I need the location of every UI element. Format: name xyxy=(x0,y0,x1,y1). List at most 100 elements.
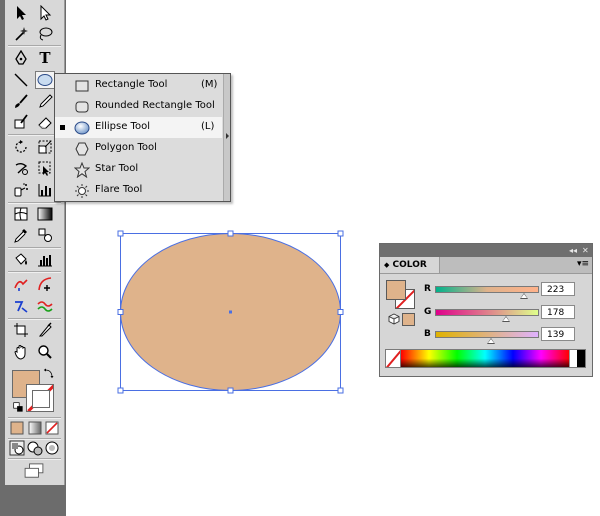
channel-g-label: G xyxy=(424,307,432,317)
magic-wand-tool[interactable] xyxy=(11,25,31,43)
panel-fill-swatch[interactable] xyxy=(386,280,406,300)
column-graph-tool[interactable] xyxy=(35,181,55,199)
line-segment-tool[interactable] xyxy=(11,71,31,89)
lasso-tool[interactable] xyxy=(35,25,55,43)
zoom-tool[interactable] xyxy=(35,343,55,361)
green-red-path-tool[interactable] xyxy=(35,297,55,315)
bbox-handle-bottom-center[interactable] xyxy=(227,387,234,394)
bbox-handle-top-center[interactable] xyxy=(227,230,234,237)
bbox-handle-middle-right[interactable] xyxy=(337,309,344,315)
magic-wand-icon xyxy=(15,27,28,41)
channel-r-value-input[interactable]: 223 xyxy=(541,282,575,296)
channel-g-slider[interactable] xyxy=(435,309,539,316)
color-spectrum[interactable] xyxy=(385,349,586,368)
toolbar-divider xyxy=(8,318,61,320)
bbox-handle-top-right[interactable] xyxy=(337,230,344,237)
channel-b-slider[interactable] xyxy=(435,331,539,338)
flyout-item-rectangle[interactable]: Rectangle Tool (M) xyxy=(55,75,222,96)
polygon-icon xyxy=(73,140,91,157)
channel-g-value-input[interactable]: 178 xyxy=(541,305,575,319)
toolbar-divider xyxy=(8,417,61,419)
selection-tool[interactable] xyxy=(11,4,31,22)
live-paint-bucket-tool[interactable] xyxy=(11,251,31,269)
shape-tools-flyout: Rectangle Tool (M) Rounded Rectangle Too… xyxy=(54,73,231,202)
channel-b-value-input[interactable]: 139 xyxy=(541,327,575,341)
symbol-sprayer-tool[interactable] xyxy=(11,181,31,199)
swap-fill-stroke-icon[interactable] xyxy=(41,366,57,380)
flyout-label: Rounded Rectangle Tool xyxy=(95,100,215,111)
bbox-handle-bottom-right[interactable] xyxy=(337,387,344,394)
scale-tool[interactable] xyxy=(35,138,55,156)
hand-tool[interactable] xyxy=(11,343,31,361)
flyout-item-ellipse[interactable]: Ellipse Tool (L) xyxy=(55,117,222,138)
channel-g-thumb[interactable] xyxy=(502,316,511,322)
toolbar-divider xyxy=(8,45,61,47)
tab-color[interactable]: ◆ COLOR xyxy=(380,257,440,273)
slice-tool[interactable] xyxy=(35,321,55,339)
bbox-handle-bottom-left[interactable] xyxy=(117,387,124,394)
panel-menu-icon[interactable]: ▾≡ xyxy=(577,259,589,269)
eraser-tool[interactable] xyxy=(35,113,55,131)
draw-behind-button[interactable] xyxy=(27,440,43,456)
direct-selection-tool[interactable] xyxy=(35,4,55,22)
toolbar-divider xyxy=(8,247,61,249)
free-transform-tool[interactable] xyxy=(35,159,55,177)
spectrum-ramp[interactable] xyxy=(401,350,569,367)
screen-mode-button[interactable] xyxy=(22,462,46,480)
mesh-tool[interactable] xyxy=(11,205,31,223)
add-anchor-tool[interactable] xyxy=(35,275,55,293)
selection-arrow-icon xyxy=(17,6,26,20)
gradient-mode-button[interactable] xyxy=(27,420,43,436)
spectrum-none-swatch[interactable] xyxy=(386,350,401,367)
bbox-handle-top-left[interactable] xyxy=(117,230,124,237)
rotate-tool[interactable] xyxy=(11,138,31,156)
paintbrush-tool[interactable] xyxy=(11,92,31,110)
pen-tool[interactable] xyxy=(11,49,31,67)
pen-nib-icon xyxy=(15,50,27,65)
toolbar-divider xyxy=(8,458,61,460)
collapse-panel-icon[interactable]: ◂◂ xyxy=(569,244,577,257)
flyout-item-flare[interactable]: Flare Tool xyxy=(55,180,222,201)
mesh-icon xyxy=(14,207,28,221)
spectrum-black-swatch[interactable] xyxy=(577,350,585,367)
type-t-icon: T xyxy=(39,49,51,67)
pencil-tool[interactable] xyxy=(35,92,55,110)
channel-r-slider[interactable] xyxy=(435,286,539,293)
draw-inside-button[interactable] xyxy=(44,440,60,456)
blob-brush-tool[interactable] xyxy=(11,113,31,131)
live-paint-selection-tool[interactable] xyxy=(35,251,55,269)
default-fill-stroke-icon[interactable] xyxy=(11,400,25,414)
warp-hand-icon xyxy=(15,163,28,175)
none-mode-button[interactable] xyxy=(44,420,60,436)
artboard-tool[interactable] xyxy=(11,321,31,339)
panel-titlebar[interactable]: ◂◂ ✕ xyxy=(380,244,592,257)
screen-mode-icon xyxy=(24,463,44,478)
stroke-swatch-none[interactable] xyxy=(26,384,54,412)
paintbrush-icon xyxy=(15,94,28,108)
channel-b-thumb[interactable] xyxy=(486,338,495,344)
blue-path-icon xyxy=(15,301,28,313)
out-of-web-gamut-cube-icon[interactable] xyxy=(388,313,400,325)
flyout-item-polygon[interactable]: Polygon Tool xyxy=(55,138,222,159)
gradient-tool[interactable] xyxy=(35,205,55,223)
current-tool-indicator xyxy=(60,125,65,130)
eyedropper-tool[interactable] xyxy=(11,226,31,244)
close-panel-icon[interactable]: ✕ xyxy=(582,244,589,257)
ellipse-tool[interactable] xyxy=(35,71,55,89)
wave-path-icon xyxy=(37,301,53,312)
color-mode-button[interactable] xyxy=(9,420,25,436)
draw-normal-button[interactable] xyxy=(9,440,25,456)
web-safe-color-swatch[interactable] xyxy=(402,313,415,326)
warp-tool[interactable] xyxy=(11,159,31,177)
blend-tool[interactable] xyxy=(35,226,55,244)
flyout-item-star[interactable]: Star Tool xyxy=(55,159,222,180)
bbox-handle-middle-left[interactable] xyxy=(117,309,124,315)
rectangle-icon xyxy=(73,77,91,94)
tearoff-bar[interactable] xyxy=(223,74,230,201)
type-tool[interactable]: T xyxy=(35,49,55,67)
path-tool-red[interactable] xyxy=(11,275,31,293)
gradient-mode-icon xyxy=(28,421,42,435)
channel-r-thumb[interactable] xyxy=(520,293,529,299)
blue-path-tool[interactable] xyxy=(11,297,31,315)
flyout-item-rounded-rectangle[interactable]: Rounded Rectangle Tool xyxy=(55,96,222,117)
